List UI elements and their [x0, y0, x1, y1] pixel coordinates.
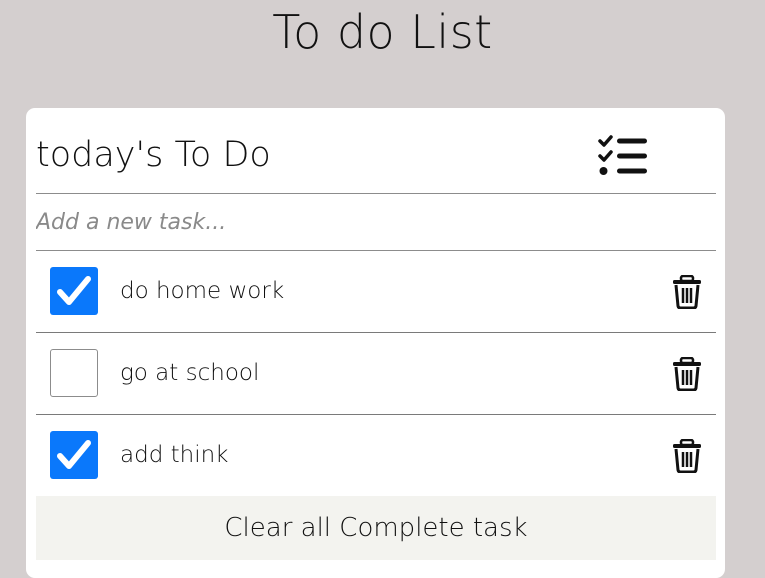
trash-icon[interactable] — [672, 357, 702, 391]
task-label: add think — [120, 442, 229, 468]
checkmark-icon — [57, 440, 91, 469]
task-label: go at school — [120, 360, 260, 386]
clear-complete-button[interactable]: Clear all Complete task — [36, 496, 716, 560]
task-row: add think — [36, 415, 716, 497]
new-task-input[interactable] — [36, 194, 696, 250]
todo-card: today's To Do do home work — [26, 108, 725, 578]
checkmark-icon — [57, 276, 91, 305]
card-header: today's To Do — [36, 108, 716, 194]
checklist-icon — [598, 135, 647, 175]
task-row: go at school — [36, 333, 716, 415]
task-row: do home work — [36, 251, 716, 333]
page-title: To do List — [272, 5, 493, 59]
card-title: today's To Do — [36, 135, 271, 175]
task-checkbox[interactable] — [50, 349, 98, 397]
trash-icon[interactable] — [672, 275, 702, 309]
task-label: do home work — [120, 278, 285, 304]
task-checkbox[interactable] — [50, 267, 98, 315]
new-task-field — [36, 194, 716, 251]
trash-icon[interactable] — [672, 439, 702, 473]
task-checkbox[interactable] — [50, 431, 98, 479]
